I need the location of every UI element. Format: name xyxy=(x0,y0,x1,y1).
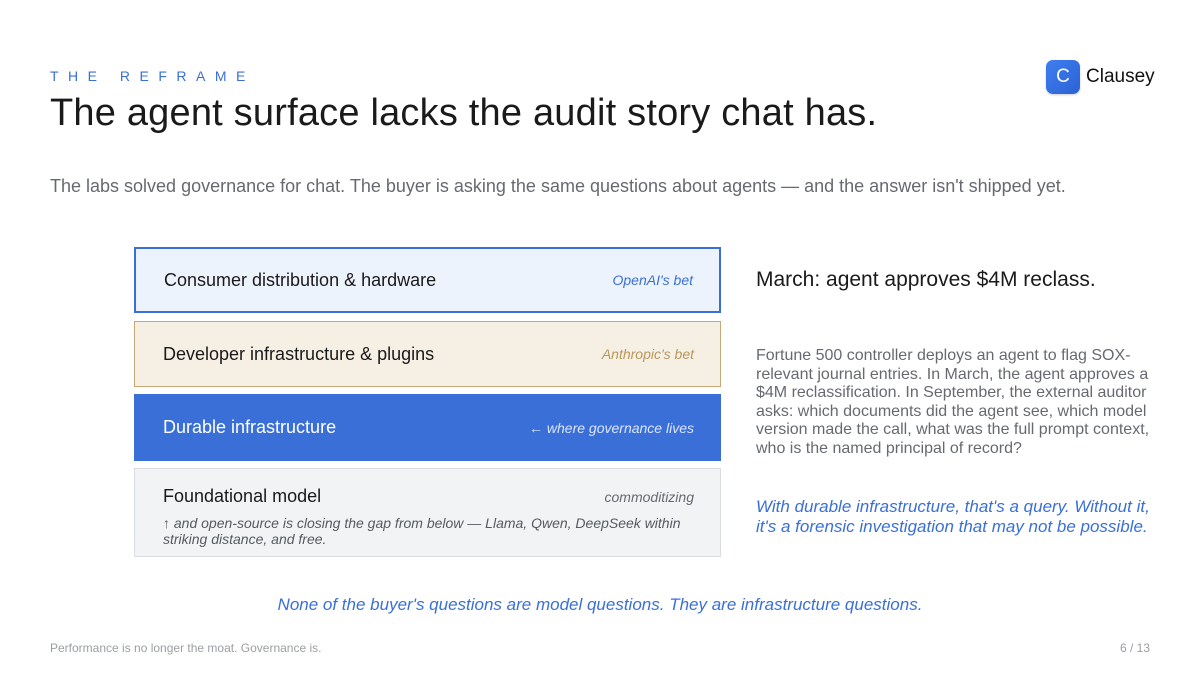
layer-name: Developer infrastructure & plugins xyxy=(163,343,435,364)
layer-consumer-distribution: Consumer distribution & hardware OpenAI'… xyxy=(134,247,721,313)
layer-name: Consumer distribution & hardware xyxy=(164,269,437,290)
page-number: 6 / 13 xyxy=(1119,641,1150,655)
layer-durable-infrastructure: Durable infrastructure ← where governanc… xyxy=(134,394,721,461)
layer-developer-infrastructure: Developer infrastructure & plugins Anthr… xyxy=(134,321,721,387)
subtitle: The labs solved governance for chat. The… xyxy=(50,176,1066,196)
layer-tag: ← where governance lives xyxy=(529,419,694,436)
footer-tagline: Performance is no longer the moat. Gover… xyxy=(50,641,322,655)
layer-tag: OpenAI's bet xyxy=(612,272,694,288)
layer-tag: Anthropic's bet xyxy=(601,346,694,362)
logo-mark-icon: C xyxy=(1046,60,1080,94)
brand-name: Clausey xyxy=(1086,66,1155,87)
layer-name: Foundational model xyxy=(163,486,322,506)
case-body: Fortune 500 controller deploys an agent … xyxy=(756,347,1150,457)
case-heading: March: agent approves $4M reclass. xyxy=(756,268,1096,291)
brand-logo: C Clausey xyxy=(1046,60,1155,94)
conclusion: None of the buyer's questions are model … xyxy=(277,595,923,614)
layer-name: Durable infrastructure xyxy=(163,417,337,437)
case-quote: With durable infrastructure, that's a qu… xyxy=(756,497,1150,536)
layer-tag: commoditizing xyxy=(604,488,694,505)
layer-note: ↑ and open-source is closing the gap fro… xyxy=(163,515,681,547)
layer-foundational-model: Foundational model commoditizing ↑ and o… xyxy=(134,468,721,557)
page-title: The agent surface lacks the audit story … xyxy=(50,92,878,134)
layer-header-row: Foundational model commoditizing xyxy=(163,486,694,507)
eyebrow: THE REFRAME xyxy=(50,68,255,84)
